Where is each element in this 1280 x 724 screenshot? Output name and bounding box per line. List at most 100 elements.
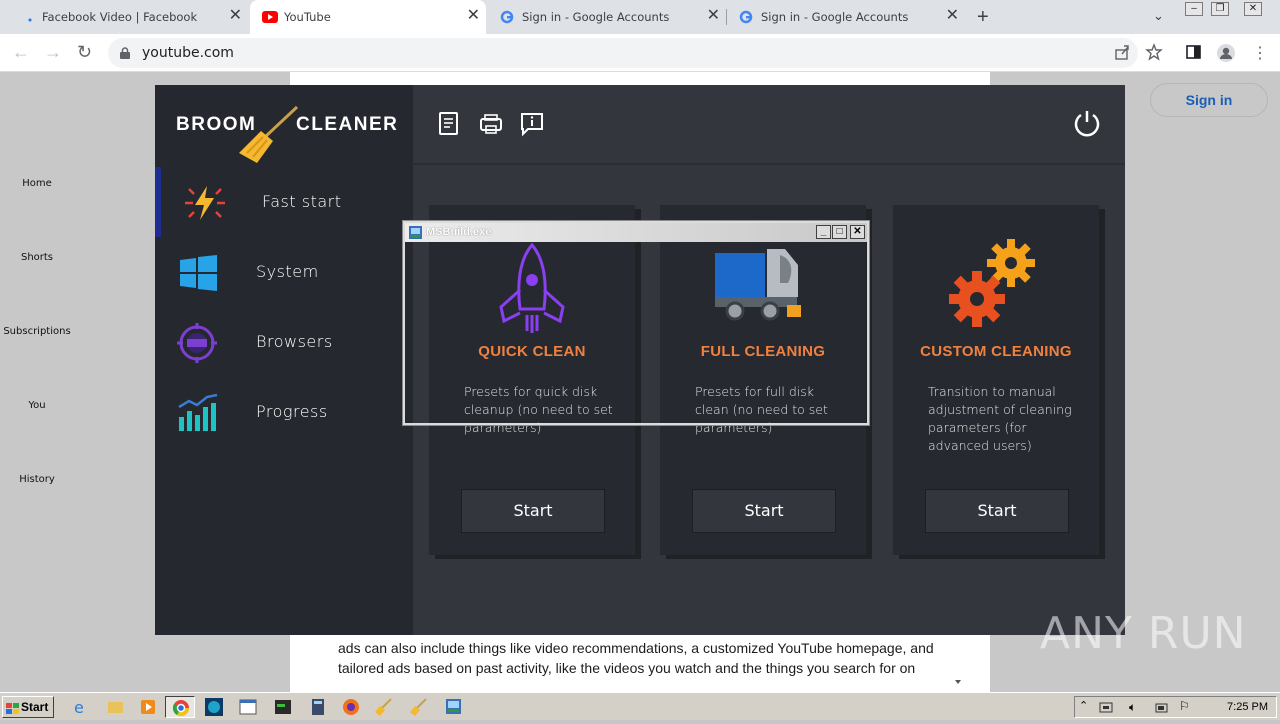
menu-item-fast-start[interactable]: Fast start bbox=[155, 167, 413, 237]
tab-youtube[interactable]: YouTube ✕ bbox=[250, 0, 486, 34]
address-bar[interactable]: youtube.com bbox=[108, 38, 1138, 68]
tab-search-chevron-icon[interactable]: ⌄ bbox=[1153, 8, 1164, 24]
lightning-icon bbox=[183, 183, 227, 223]
ie-icon[interactable]: e bbox=[66, 696, 96, 718]
browser-target-icon bbox=[177, 323, 221, 363]
sidebar-item-history[interactable]: History bbox=[0, 474, 74, 485]
profile-avatar-icon[interactable] bbox=[1216, 43, 1235, 62]
msbuild-title: MSBuild.exe bbox=[426, 226, 492, 238]
menu-label: System bbox=[256, 262, 319, 281]
progress-chart-icon bbox=[177, 393, 221, 433]
tab-google-signin[interactable]: Sign in - Google Accounts ✕ bbox=[488, 0, 726, 34]
sidebar-item-you[interactable]: You bbox=[0, 400, 74, 411]
logo-cleaner-text: CLEANER bbox=[296, 114, 399, 135]
full-cleaning-start-button[interactable]: Start bbox=[692, 489, 836, 533]
close-tab-icon[interactable]: ✕ bbox=[467, 8, 480, 24]
tab-google-signin-2[interactable]: Sign in - Google Accounts ✕ bbox=[727, 0, 965, 34]
clock[interactable]: 7:25 PM bbox=[1227, 701, 1268, 713]
menu-label: Browsers bbox=[256, 332, 333, 351]
menu-item-progress[interactable]: Progress bbox=[155, 377, 413, 447]
sidebar-item-shorts[interactable]: Shorts bbox=[0, 252, 74, 263]
flag-notification-icon[interactable]: ⚐ bbox=[1179, 699, 1190, 713]
windows-icon bbox=[177, 253, 221, 293]
tray-expand-icon[interactable]: ⌃ bbox=[1079, 699, 1088, 712]
anyrun-watermark: ANY RUN bbox=[1040, 608, 1247, 659]
tab-facebook[interactable]: Facebook Video | Facebook ✕ bbox=[8, 0, 248, 34]
minimize-window-icon[interactable]: – bbox=[1185, 2, 1203, 16]
sidebar-item-home[interactable]: Home bbox=[0, 178, 74, 189]
battery-icon[interactable] bbox=[1155, 701, 1169, 719]
scroll-down-arrow-icon[interactable] bbox=[952, 632, 964, 688]
windows-flag-icon bbox=[6, 701, 19, 714]
edge-icon[interactable] bbox=[199, 696, 229, 718]
folder-icon[interactable] bbox=[100, 696, 130, 718]
url-text: youtube.com bbox=[142, 45, 234, 61]
tab-label: Sign in - Google Accounts bbox=[761, 10, 909, 24]
power-icon[interactable] bbox=[1073, 109, 1101, 137]
start-button[interactable]: Start bbox=[2, 696, 54, 718]
report-icon[interactable] bbox=[437, 111, 461, 137]
msbuild-title-bar[interactable]: MSBuild.exe _ □ ✕ bbox=[405, 223, 867, 242]
menu-item-browsers[interactable]: Browsers bbox=[155, 307, 413, 377]
card-description: Transition to manual adjustment of clean… bbox=[928, 384, 1072, 453]
youtube-favicon-icon bbox=[262, 10, 278, 24]
facebook-favicon-icon bbox=[20, 10, 36, 24]
msbuild-close-icon[interactable]: ✕ bbox=[850, 225, 865, 239]
tab-strip: Facebook Video | Facebook ✕ YouTube ✕ Si… bbox=[0, 0, 1280, 34]
calculator-icon[interactable] bbox=[303, 696, 333, 718]
menu-item-system[interactable]: System bbox=[155, 237, 413, 307]
broom-taskbar-icon[interactable] bbox=[369, 696, 399, 718]
tab-label: Sign in - Google Accounts bbox=[522, 10, 670, 24]
info-icon[interactable] bbox=[520, 111, 544, 137]
bookmark-star-icon[interactable] bbox=[1145, 43, 1163, 61]
printer-icon[interactable] bbox=[479, 111, 503, 137]
close-tab-icon[interactable]: ✕ bbox=[229, 8, 242, 24]
restore-window-icon[interactable]: ❐ bbox=[1211, 2, 1229, 16]
forward-arrow-icon[interactable]: → bbox=[44, 42, 62, 62]
custom-cleaning-card: CUSTOM CLEANING Transition to manual adj… bbox=[893, 205, 1099, 555]
reload-icon[interactable]: ↻ bbox=[77, 42, 92, 62]
broom-taskbar-icon-2[interactable] bbox=[404, 696, 434, 718]
msbuild-app-icon bbox=[408, 225, 423, 240]
start-label: Start bbox=[21, 700, 49, 714]
network-icon[interactable] bbox=[1099, 701, 1113, 719]
terminal-app-icon[interactable] bbox=[268, 696, 298, 718]
share-icon[interactable] bbox=[1113, 43, 1131, 61]
system-tray: ⌃ 🔈︎ ⚐ 7:25 PM bbox=[1074, 696, 1277, 718]
sign-in-button[interactable]: Sign in bbox=[1150, 83, 1268, 117]
gears-icon bbox=[893, 235, 1099, 335]
media-player-icon[interactable] bbox=[133, 696, 163, 718]
custom-cleaning-start-button[interactable]: Start bbox=[925, 489, 1069, 533]
close-tab-icon[interactable]: ✕ bbox=[707, 8, 720, 24]
menu-label: Progress bbox=[256, 402, 328, 421]
new-tab-button[interactable]: + bbox=[977, 6, 989, 29]
app-sidebar: BROOM CLEANER Fast start System Browsers… bbox=[155, 85, 413, 635]
msbuild-taskbar-icon[interactable] bbox=[438, 696, 468, 718]
close-window-icon[interactable]: ✕ bbox=[1244, 2, 1262, 16]
google-favicon-icon bbox=[739, 10, 755, 24]
firefox-icon[interactable] bbox=[336, 696, 366, 718]
close-tab-icon[interactable]: ✕ bbox=[946, 8, 959, 24]
browser-toolbar: ← → ↻ youtube.com ⋮ bbox=[0, 34, 1280, 72]
lock-icon bbox=[120, 46, 130, 59]
msbuild-window[interactable]: MSBuild.exe _ □ ✕ bbox=[402, 220, 870, 426]
svg-text:e: e bbox=[74, 698, 84, 717]
back-arrow-icon[interactable]: ← bbox=[12, 42, 30, 62]
tab-label: Facebook Video | Facebook bbox=[42, 10, 198, 24]
consent-text: ads can also include things like video r… bbox=[338, 640, 934, 676]
menu-label: Fast start bbox=[262, 192, 342, 211]
msbuild-maximize-icon[interactable]: □ bbox=[832, 225, 847, 239]
msbuild-minimize-icon[interactable]: _ bbox=[816, 225, 831, 239]
google-favicon-icon bbox=[500, 10, 516, 24]
youtube-sidebar: Home Shorts Subscriptions You History bbox=[0, 72, 74, 692]
side-panel-icon[interactable] bbox=[1185, 43, 1203, 61]
taskbar: Start e ⌃ 🔈︎ ⚐ 7:25 PM bbox=[0, 692, 1280, 720]
browser-menu-icon[interactable]: ⋮ bbox=[1252, 43, 1270, 62]
chrome-taskbar-icon[interactable] bbox=[165, 696, 195, 718]
tab-label: YouTube bbox=[284, 10, 331, 24]
sidebar-item-subscriptions[interactable]: Subscriptions bbox=[0, 326, 74, 337]
volume-icon[interactable]: 🔈︎ bbox=[1129, 700, 1136, 715]
window-app-icon[interactable] bbox=[233, 696, 263, 718]
card-title: CUSTOM CLEANING bbox=[920, 343, 1072, 360]
quick-clean-start-button[interactable]: Start bbox=[461, 489, 605, 533]
